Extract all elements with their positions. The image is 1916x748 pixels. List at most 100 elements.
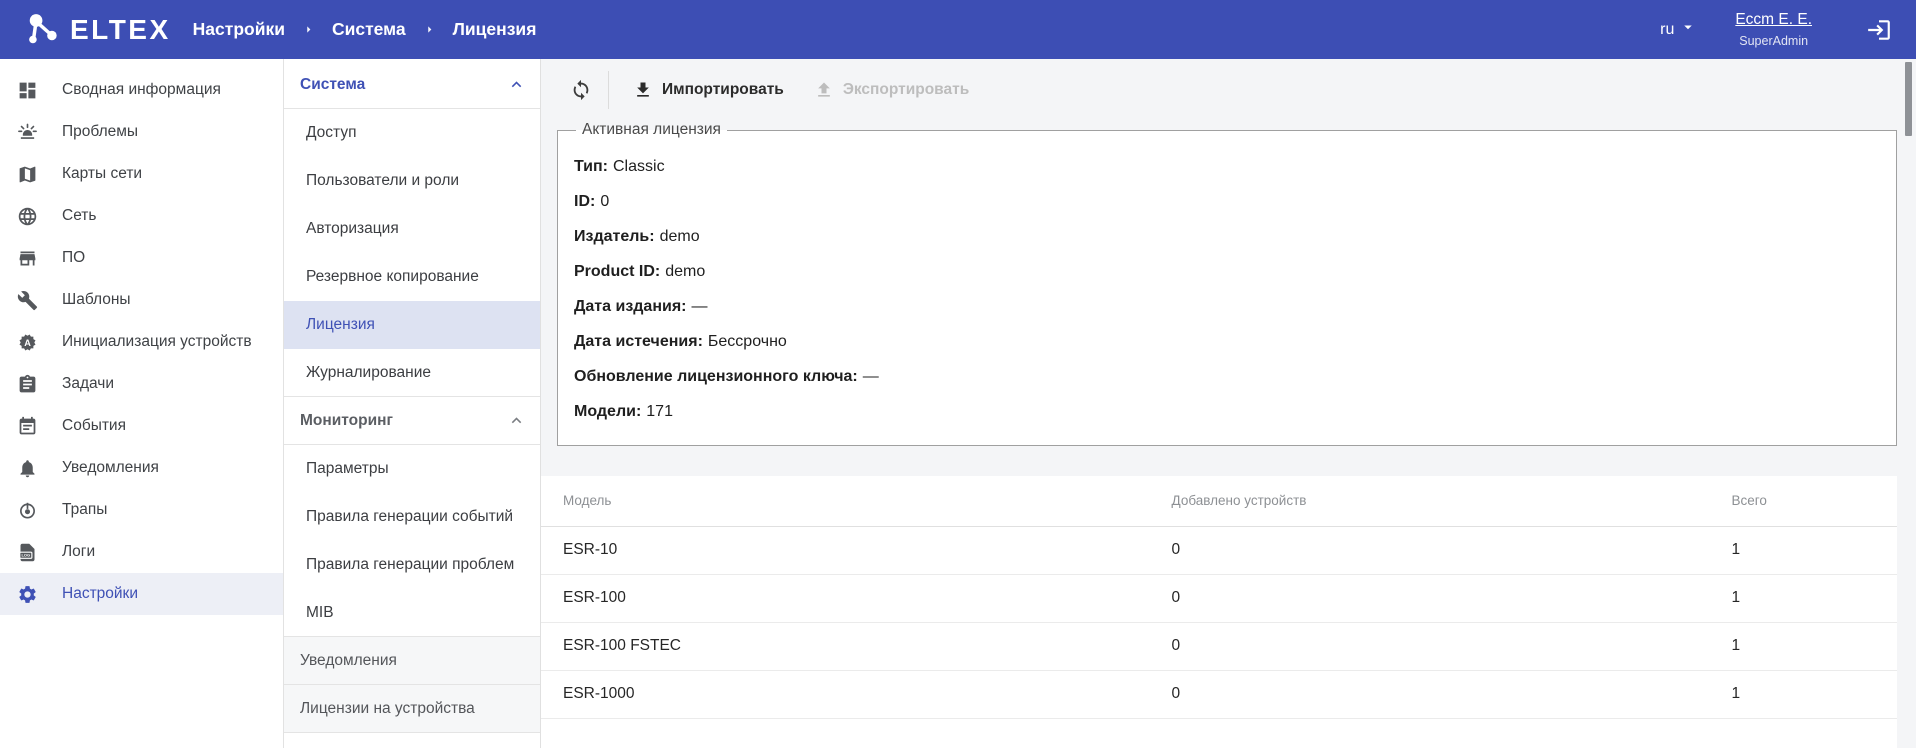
settings-nav-item-backup[interactable]: Резервное копирование	[284, 253, 540, 301]
calendar-icon	[17, 416, 38, 437]
sidebar-item-label: Шаблоны	[62, 291, 131, 309]
caret-down-icon	[1679, 18, 1697, 41]
sidebar-item-traps[interactable]: Трапы	[0, 489, 283, 531]
export-button[interactable]: Экспортировать	[814, 80, 969, 100]
sidebar-item-label: Инициализация устройств	[62, 333, 252, 351]
breadcrumb: Настройки Система Лицензия	[193, 19, 537, 40]
gear-icon	[17, 584, 38, 605]
table-row: ESR-100 0 1	[541, 574, 1897, 622]
settings-nav-section-monitoring[interactable]: Мониторинг	[284, 397, 540, 445]
nav-item-label: Доступ	[306, 124, 356, 142]
language-selector[interactable]: ru	[1660, 18, 1697, 41]
import-button[interactable]: Импортировать	[633, 80, 784, 100]
seal-badge-a-icon: A	[17, 332, 38, 353]
cell-added: 0	[1172, 526, 1732, 574]
topbar-right: ru Eccm E. E. SuperAdmin	[1660, 11, 1892, 48]
sidebar-item-summary[interactable]: Сводная информация	[0, 69, 283, 111]
eltex-logo[interactable]: ELTEX	[25, 11, 171, 49]
sidebar-item-software[interactable]: ПО	[0, 237, 283, 279]
eltex-molecule-icon	[25, 11, 63, 49]
nav-item-label: Резервное копирование	[306, 268, 479, 286]
logout-icon	[1866, 17, 1892, 43]
sidebar-item-network[interactable]: Сеть	[0, 195, 283, 237]
sidebar-item-events[interactable]: События	[0, 405, 283, 447]
nav-item-label: Лицензия	[306, 316, 375, 334]
globe-icon	[17, 206, 38, 227]
eccm-app: ELTEX Настройки Система Лицензия ru Eccm…	[0, 0, 1916, 748]
breadcrumb-license[interactable]: Лицензия	[453, 19, 537, 40]
sidebar-item-notifications[interactable]: Уведомления	[0, 447, 283, 489]
sidebar-item-label: Сеть	[62, 207, 96, 225]
models-table-card: Модель Добавлено устройств Всего ESR-10 …	[541, 476, 1897, 748]
vertical-scrollbar-thumb[interactable]	[1905, 62, 1912, 136]
sidebar-item-logs[interactable]: LOG Логи	[0, 531, 283, 573]
settings-nav-item-logging[interactable]: Журналирование	[284, 349, 540, 397]
sidebar-item-device-init[interactable]: A Инициализация устройств	[0, 321, 283, 363]
nav-item-label: MIB	[306, 604, 334, 622]
sidebar-item-tasks[interactable]: Задачи	[0, 363, 283, 405]
user-name-link[interactable]: Eccm E. E.	[1735, 11, 1812, 29]
refresh-button[interactable]	[570, 79, 592, 101]
sidebar-item-label: Трапы	[62, 501, 107, 519]
column-header-model: Модель	[541, 476, 1172, 526]
breadcrumb-settings[interactable]: Настройки	[193, 19, 285, 40]
sidebar-item-label: Задачи	[62, 375, 114, 393]
nav-item-label: Авторизация	[306, 220, 399, 238]
table-header-row: Модель Добавлено устройств Всего	[541, 476, 1897, 526]
svg-text:LOG: LOG	[21, 552, 30, 557]
cell-model: ESR-10	[541, 526, 1172, 574]
nav-item-label: Пользователи и роли	[306, 172, 459, 190]
breadcrumb-system[interactable]: Система	[332, 19, 406, 40]
user-menu[interactable]: Eccm E. E. SuperAdmin	[1735, 11, 1812, 48]
settings-nav-item-parameters[interactable]: Параметры	[284, 445, 540, 493]
settings-nav-section-device-licenses[interactable]: Лицензии на устройства	[284, 685, 540, 733]
settings-nav-item-access[interactable]: Доступ	[284, 109, 540, 157]
settings-nav-section-notifications[interactable]: Уведомления	[284, 637, 540, 685]
cell-model: ESR-100 FSTEC	[541, 622, 1172, 670]
language-value: ru	[1660, 21, 1674, 39]
settings-nav-item-mib[interactable]: MIB	[284, 589, 540, 637]
upload-icon	[814, 80, 834, 100]
table-row: ESR-1000 0 1	[541, 670, 1897, 718]
active-license-legend: Активная лицензия	[576, 121, 727, 139]
store-icon	[17, 248, 38, 269]
nav-item-label: Параметры	[306, 460, 389, 478]
export-label: Экспортировать	[843, 81, 969, 99]
sidebar-item-settings[interactable]: Настройки	[0, 573, 283, 615]
settings-nav-item-problem-rules[interactable]: Правила генерации проблем	[284, 541, 540, 589]
top-bar: ELTEX Настройки Система Лицензия ru Eccm…	[0, 0, 1916, 59]
cell-model: ESR-1000	[541, 670, 1172, 718]
settings-nav-item-authorization[interactable]: Авторизация	[284, 205, 540, 253]
main-content: Импортировать Экспортировать Активная ли…	[541, 59, 1916, 748]
refresh-icon	[570, 79, 592, 101]
license-field-type: Тип:Classic	[574, 149, 1880, 184]
download-icon	[633, 80, 653, 100]
section-label: Лицензии на устройства	[300, 700, 475, 718]
nav-item-label: Журналирование	[306, 364, 431, 382]
sidebar-item-network-maps[interactable]: Карты сети	[0, 153, 283, 195]
chevron-up-icon	[507, 75, 526, 94]
map-icon	[17, 164, 38, 185]
license-field-models: Модели:171	[574, 394, 1880, 429]
content-gap	[541, 446, 1916, 476]
settings-nav-item-users-roles[interactable]: Пользователи и роли	[284, 157, 540, 205]
cell-total: 1	[1732, 670, 1897, 718]
alarm-beacon-icon	[17, 122, 38, 143]
logout-button[interactable]	[1866, 17, 1892, 43]
license-field-id: ID:0	[574, 184, 1880, 219]
settings-nav: Система Доступ Пользователи и роли Автор…	[284, 59, 541, 748]
breadcrumb-arrow-icon	[422, 22, 437, 37]
table-row: ESR-10 0 1	[541, 526, 1897, 574]
settings-nav-item-event-rules[interactable]: Правила генерации событий	[284, 493, 540, 541]
settings-nav-section-system[interactable]: Система	[284, 61, 540, 109]
sidebar-item-problems[interactable]: Проблемы	[0, 111, 283, 153]
column-header-added: Добавлено устройств	[1172, 476, 1732, 526]
sidebar-item-label: Настройки	[62, 585, 138, 603]
license-field-product-id: Product ID:demo	[574, 254, 1880, 289]
sidebar-item-label: Сводная информация	[62, 81, 221, 99]
logo-text: ELTEX	[70, 14, 171, 46]
sidebar-item-label: Карты сети	[62, 165, 142, 183]
license-field-publisher: Издатель:demo	[574, 219, 1880, 254]
settings-nav-item-license[interactable]: Лицензия	[284, 301, 540, 349]
sidebar-item-templates[interactable]: Шаблоны	[0, 279, 283, 321]
